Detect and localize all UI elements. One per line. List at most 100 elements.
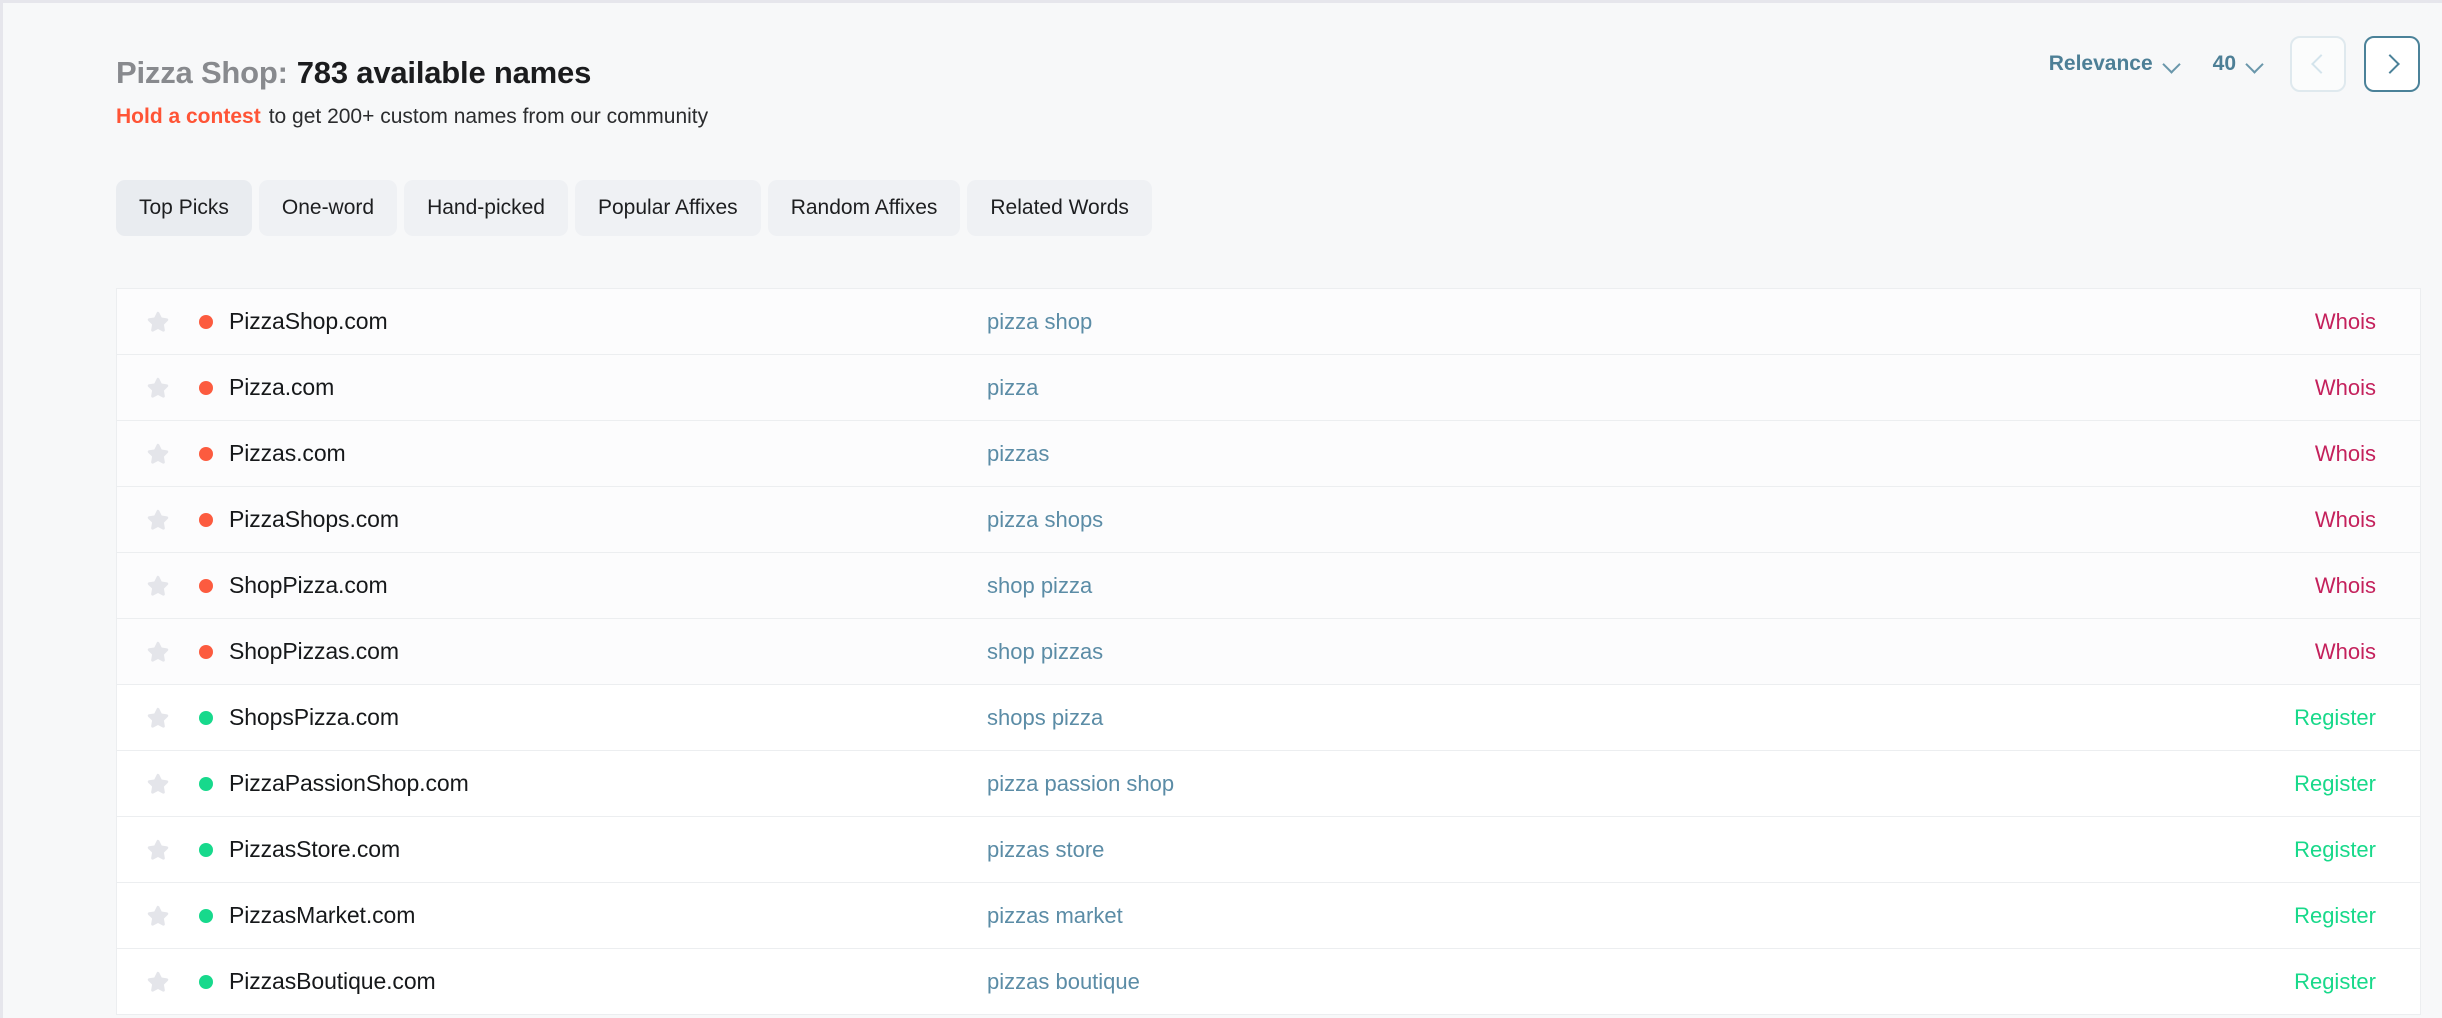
keyword-link[interactable]: pizza shop (987, 309, 2170, 335)
tab-popular-affixes[interactable]: Popular Affixes (574, 180, 761, 236)
status-dot-taken-icon (199, 446, 213, 461)
table-row[interactable]: ShopsPizza.com shops pizza Register (117, 685, 2420, 751)
hold-a-contest-link[interactable]: Hold a contest (116, 105, 261, 129)
tab-top-picks[interactable]: Top Picks (116, 180, 252, 236)
page-root: Pizza Shop: 783 available names Hold a c… (0, 0, 2442, 1018)
favorite-star-button[interactable] (117, 507, 199, 533)
tab-label: Hand-picked (427, 196, 545, 219)
favorite-star-button[interactable] (117, 573, 199, 599)
whois-link[interactable]: Whois (2170, 309, 2420, 335)
tab-label: Related Words (990, 196, 1129, 219)
availability-dot-cell (199, 644, 229, 659)
favorite-star-button[interactable] (117, 705, 199, 731)
keyword-link[interactable]: pizzas boutique (987, 969, 2170, 995)
page-title-count: 783 available names (296, 55, 592, 90)
next-page-button[interactable] (2364, 36, 2420, 92)
register-link[interactable]: Register (2170, 903, 2420, 929)
keyword-link[interactable]: pizza shops (987, 507, 2170, 533)
availability-dot-cell (199, 380, 229, 395)
table-row[interactable]: PizzasBoutique.com pizzas boutique Registe… (117, 949, 2420, 1015)
status-dot-taken-icon (199, 644, 213, 659)
favorite-star-button[interactable] (117, 771, 199, 797)
table-row[interactable]: PizzaShop.com pizza shop Whois (117, 289, 2420, 355)
availability-dot-cell (199, 908, 229, 923)
favorite-star-button[interactable] (117, 639, 199, 665)
table-row[interactable]: Pizzas.com pizzas Whois (117, 421, 2420, 487)
availability-dot-cell (199, 512, 229, 527)
sort-select-value: Relevance (2048, 52, 2153, 75)
whois-link[interactable]: Whois (2170, 375, 2420, 401)
favorite-star-button[interactable] (117, 309, 199, 335)
chevron-right-icon (2379, 54, 2400, 74)
domain-name[interactable]: PizzasMarket.com (229, 902, 987, 929)
availability-dot-cell (199, 842, 229, 857)
tab-label: One-word (281, 196, 375, 219)
favorite-star-button[interactable] (117, 903, 199, 929)
table-row[interactable]: PizzasMarket.com pizzas market Register (117, 883, 2420, 949)
status-dot-taken-icon (199, 314, 213, 329)
subtitle: Hold a contest to get 200+ custom names … (116, 105, 708, 129)
whois-link[interactable]: Whois (2170, 573, 2420, 599)
domain-name[interactable]: Pizza.com (229, 374, 987, 401)
keyword-link[interactable]: pizza (987, 375, 2170, 401)
tab-related-words[interactable]: Related Words (967, 180, 1152, 236)
category-tabs: Top Picks One-word Hand-picked Popular Affi… (116, 180, 1152, 236)
table-row[interactable]: ShopPizza.com shop pizza Whois (117, 553, 2420, 619)
page-size-select[interactable]: 40 (2205, 46, 2272, 82)
right-gutter (2420, 3, 2442, 1018)
domain-name[interactable]: ShopPizza.com (229, 572, 987, 599)
availability-dot-cell (199, 314, 229, 329)
keyword-link[interactable]: pizzas market (987, 903, 2170, 929)
page-title-prefix: Pizza Shop: (116, 55, 288, 90)
status-dot-taken-icon (199, 578, 213, 593)
results-header: Pizza Shop: 783 available names Hold a c… (116, 36, 2420, 175)
domain-name[interactable]: PizzasBoutique.com (229, 968, 987, 995)
whois-link[interactable]: Whois (2170, 507, 2420, 533)
tab-one-word[interactable]: One-word (258, 180, 398, 236)
register-link[interactable]: Register (2170, 837, 2420, 863)
table-row[interactable]: PizzasStore.com pizzas store Register (117, 817, 2420, 883)
domain-name[interactable]: PizzasStore.com (229, 836, 987, 863)
register-link[interactable]: Register (2170, 771, 2420, 797)
availability-dot-cell (199, 776, 229, 791)
chevron-left-icon (2310, 54, 2331, 74)
availability-dot-cell (199, 578, 229, 593)
tab-random-affixes[interactable]: Random Affixes (767, 180, 961, 236)
whois-link[interactable]: Whois (2170, 441, 2420, 467)
keyword-link[interactable]: pizzas (987, 441, 2170, 467)
sort-select[interactable]: Relevance (2041, 46, 2189, 82)
keyword-link[interactable]: pizza passion shop (987, 771, 2170, 797)
status-dot-available-icon (199, 974, 213, 989)
tab-hand-picked[interactable]: Hand-picked (404, 180, 568, 236)
domain-name[interactable]: ShopsPizza.com (229, 704, 987, 731)
chevron-down-icon (2247, 56, 2264, 73)
domain-name[interactable]: PizzaShop.com (229, 308, 987, 335)
domain-name[interactable]: Pizzas.com (229, 440, 987, 467)
keyword-link[interactable]: shops pizza (987, 705, 2170, 731)
status-dot-taken-icon (199, 380, 213, 395)
status-dot-available-icon (199, 710, 213, 725)
favorite-star-button[interactable] (117, 837, 199, 863)
favorite-star-button[interactable] (117, 969, 199, 995)
keyword-link[interactable]: pizzas store (987, 837, 2170, 863)
status-dot-available-icon (199, 776, 213, 791)
domain-name[interactable]: PizzaPassionShop.com (229, 770, 987, 797)
domain-name[interactable]: ShopPizzas.com (229, 638, 987, 665)
domain-name[interactable]: PizzaShops.com (229, 506, 987, 533)
subtitle-text: to get 200+ custom names from our commun… (268, 105, 709, 128)
status-dot-taken-icon (199, 512, 213, 527)
table-row[interactable]: ShopPizzas.com shop pizzas Whois (117, 619, 2420, 685)
keyword-link[interactable]: shop pizza (987, 573, 2170, 599)
table-row[interactable]: PizzaShops.com pizza shops Whois (117, 487, 2420, 553)
register-link[interactable]: Register (2170, 969, 2420, 995)
table-row[interactable]: Pizza.com pizza Whois (117, 355, 2420, 421)
favorite-star-button[interactable] (117, 441, 199, 467)
keyword-link[interactable]: shop pizzas (987, 639, 2170, 665)
status-dot-available-icon (199, 842, 213, 857)
favorite-star-button[interactable] (117, 375, 199, 401)
register-link[interactable]: Register (2170, 705, 2420, 731)
prev-page-button[interactable] (2290, 36, 2346, 92)
table-row[interactable]: PizzaPassionShop.com pizza passion shop Re… (117, 751, 2420, 817)
whois-link[interactable]: Whois (2170, 639, 2420, 665)
header-controls: Relevance 40 (2041, 33, 2420, 95)
